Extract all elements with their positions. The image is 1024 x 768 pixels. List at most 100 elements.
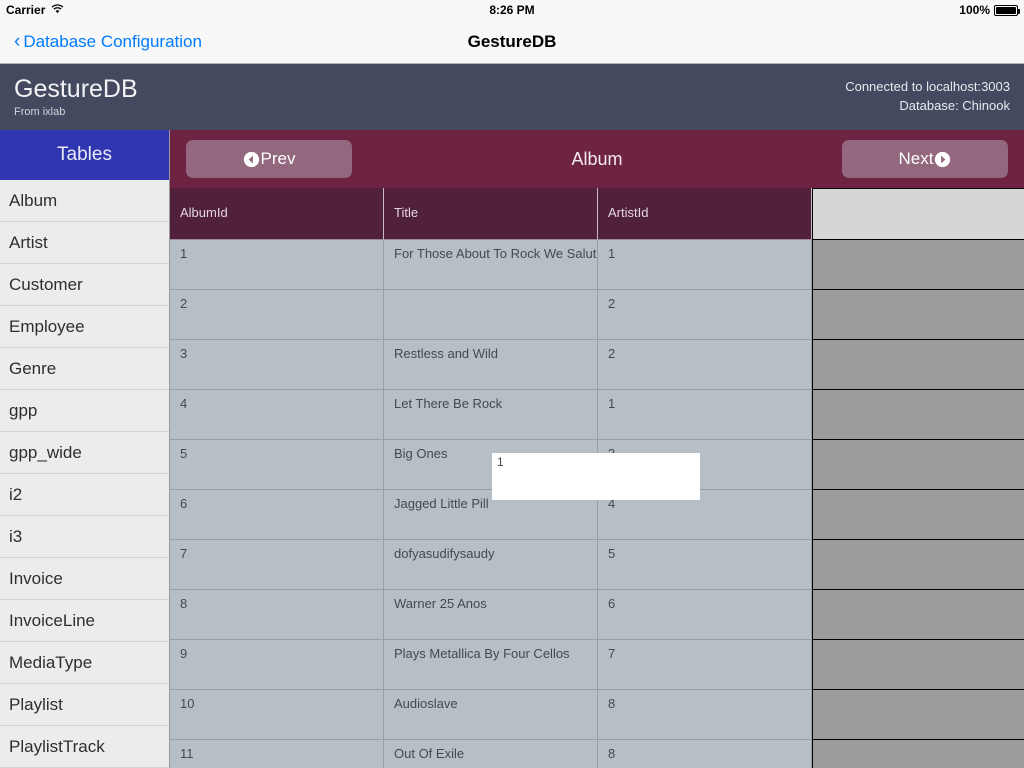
table-cell[interactable]: 11 (170, 740, 384, 768)
table-cell[interactable] (812, 290, 1024, 340)
sidebar-item-label: PlaylistTrack (9, 736, 105, 756)
table-row[interactable]: 9 Plays Metallica By Four Cellos 7 (170, 640, 1024, 690)
table-cell[interactable] (812, 490, 1024, 540)
column-header[interactable]: Title (384, 188, 598, 240)
cell-edit-overlay[interactable]: 1 (492, 453, 700, 500)
table-cell[interactable]: 4 (170, 390, 384, 440)
table-cell[interactable] (812, 390, 1024, 440)
sidebar-item-album[interactable]: Album (0, 180, 169, 222)
sidebar-item-label: Invoice (9, 568, 63, 588)
table-cell[interactable]: dofyasudifysaudy (384, 540, 598, 590)
sidebar-item-label: Customer (9, 274, 83, 294)
brand: GestureDB From ixlab (14, 76, 138, 118)
table-cell[interactable]: Out Of Exile (384, 740, 598, 768)
tables-sidebar: Tables Album Artist Customer Employee Genre g… (0, 130, 170, 768)
ios-status-bar: Carrier 8:26 PM 100% (0, 0, 1024, 20)
table-cell[interactable]: 8 (598, 690, 812, 740)
table-cell[interactable]: Audioslave (384, 690, 598, 740)
column-header[interactable]: ArtistId (598, 188, 812, 240)
back-button[interactable]: ‹ Database Configuration (14, 32, 202, 52)
table-cell[interactable]: 2 (598, 290, 812, 340)
sidebar-item-label: Artist (9, 232, 48, 252)
battery-full-icon (994, 4, 1020, 16)
table-cell[interactable]: 8 (170, 590, 384, 640)
sidebar-item-i3[interactable]: i3 (0, 516, 169, 558)
table-cell[interactable] (384, 290, 598, 340)
sidebar-item-label: i2 (9, 484, 23, 504)
table-cell[interactable]: 5 (170, 440, 384, 490)
sidebar-item-i2[interactable]: i2 (0, 474, 169, 516)
sidebar-item-customer[interactable]: Customer (0, 264, 169, 306)
table-cell[interactable]: 6 (598, 590, 812, 640)
sidebar-item-label: Genre (9, 358, 57, 378)
status-bar-right: 100% (959, 3, 1020, 17)
table-cell[interactable] (812, 540, 1024, 590)
sidebar-item-employee[interactable]: Employee (0, 306, 169, 348)
table-cell[interactable]: 10 (170, 690, 384, 740)
brand-subtitle: From ixlab (14, 105, 66, 118)
connection-info: Connected to localhost:3003 Database: Ch… (845, 78, 1010, 116)
table-row[interactable]: 1For Those About To Rock We Salute You1 (170, 240, 1024, 290)
table-cell[interactable] (812, 690, 1024, 740)
prev-button[interactable]: Prev (186, 140, 352, 178)
sidebar-item-playlist[interactable]: Playlist (0, 684, 169, 726)
table-row[interactable]: 7 dofyasudifysaudy 5 (170, 540, 1024, 590)
sidebar-item-mediatype[interactable]: MediaType (0, 642, 169, 684)
table-cell[interactable]: 5 (598, 540, 812, 590)
table-header-row: AlbumId Title ArtistId (170, 188, 1024, 240)
sidebar-item-playlisttrack[interactable]: PlaylistTrack (0, 726, 169, 768)
sidebar-item-gpp[interactable]: gpp (0, 390, 169, 432)
table-row[interactable]: 22 (170, 290, 1024, 340)
arrow-circle-right-icon (934, 151, 951, 168)
table-cell[interactable]: For Those About To Rock We Salute You (384, 240, 598, 290)
sidebar-item-artist[interactable]: Artist (0, 222, 169, 264)
table-cell[interactable]: 7 (598, 640, 812, 690)
sidebar-item-label: Playlist (9, 694, 63, 714)
prev-button-label: Prev (260, 149, 296, 168)
table-cell[interactable] (812, 340, 1024, 390)
table-cell[interactable]: Plays Metallica By Four Cellos (384, 640, 598, 690)
table-cell[interactable]: 8 (598, 740, 812, 768)
table-cell[interactable]: 1 (170, 240, 384, 290)
table-row[interactable]: 10 Audioslave 8 (170, 690, 1024, 740)
sidebar-header: Tables (0, 130, 169, 180)
sidebar-list: Album Artist Customer Employee Genre gpp gpp_w… (0, 180, 169, 768)
sidebar-item-label: InvoiceLine (9, 610, 96, 630)
column-header[interactable] (812, 188, 1024, 240)
table-cell[interactable]: 3 (170, 340, 384, 390)
sidebar-item-label: i3 (9, 526, 23, 546)
table-cell[interactable] (812, 640, 1024, 690)
table-row[interactable]: 3 Restless and Wild 2 (170, 340, 1024, 390)
table-cell[interactable] (812, 590, 1024, 640)
table-cell[interactable]: 1 (598, 240, 812, 290)
table-cell[interactable] (812, 740, 1024, 768)
next-button[interactable]: Next (842, 140, 1008, 178)
table-cell[interactable]: 1 (598, 390, 812, 440)
battery-percent-label: 100% (959, 3, 990, 17)
data-grid[interactable]: AlbumId Title ArtistId 1 For Those About To … (170, 188, 1024, 768)
sidebar-item-label: Album (9, 190, 58, 210)
table-toolbar: Prev Album Next (170, 130, 1024, 188)
table-row[interactable]: 8 Warner 25 Anos 6 (170, 590, 1024, 640)
next-button-label: Next (898, 149, 934, 168)
table-row[interactable]: 11 Out Of Exile 8 (170, 740, 1024, 768)
table-cell[interactable] (812, 240, 1024, 290)
app-root: Carrier 8:26 PM 100% ‹ Database Configur… (0, 0, 1024, 768)
table-cell[interactable]: 2 (170, 290, 384, 340)
table-cell[interactable] (812, 440, 1024, 490)
table-cell[interactable]: 2 (598, 340, 812, 390)
table-cell[interactable]: Let There Be Rock (384, 390, 598, 440)
sidebar-item-gpp_wide[interactable]: gpp_wide (0, 432, 169, 474)
table-cell[interactable]: 6 (170, 490, 384, 540)
sidebar-item-invoiceline[interactable]: InvoiceLine (0, 600, 169, 642)
status-bar-clock: 8:26 PM (489, 3, 535, 17)
sidebar-item-label: Employee (9, 316, 85, 336)
sidebar-item-invoice[interactable]: Invoice (0, 558, 169, 600)
table-row[interactable]: 4 Let There Be Rock 1 (170, 390, 1024, 440)
table-cell[interactable]: 7 (170, 540, 384, 590)
sidebar-item-genre[interactable]: Genre (0, 348, 169, 390)
table-cell[interactable]: Warner 25 Anos (384, 590, 598, 640)
table-cell[interactable]: Restless and Wild (384, 340, 598, 390)
table-cell[interactable]: 9 (170, 640, 384, 690)
column-header[interactable]: AlbumId (170, 188, 384, 240)
